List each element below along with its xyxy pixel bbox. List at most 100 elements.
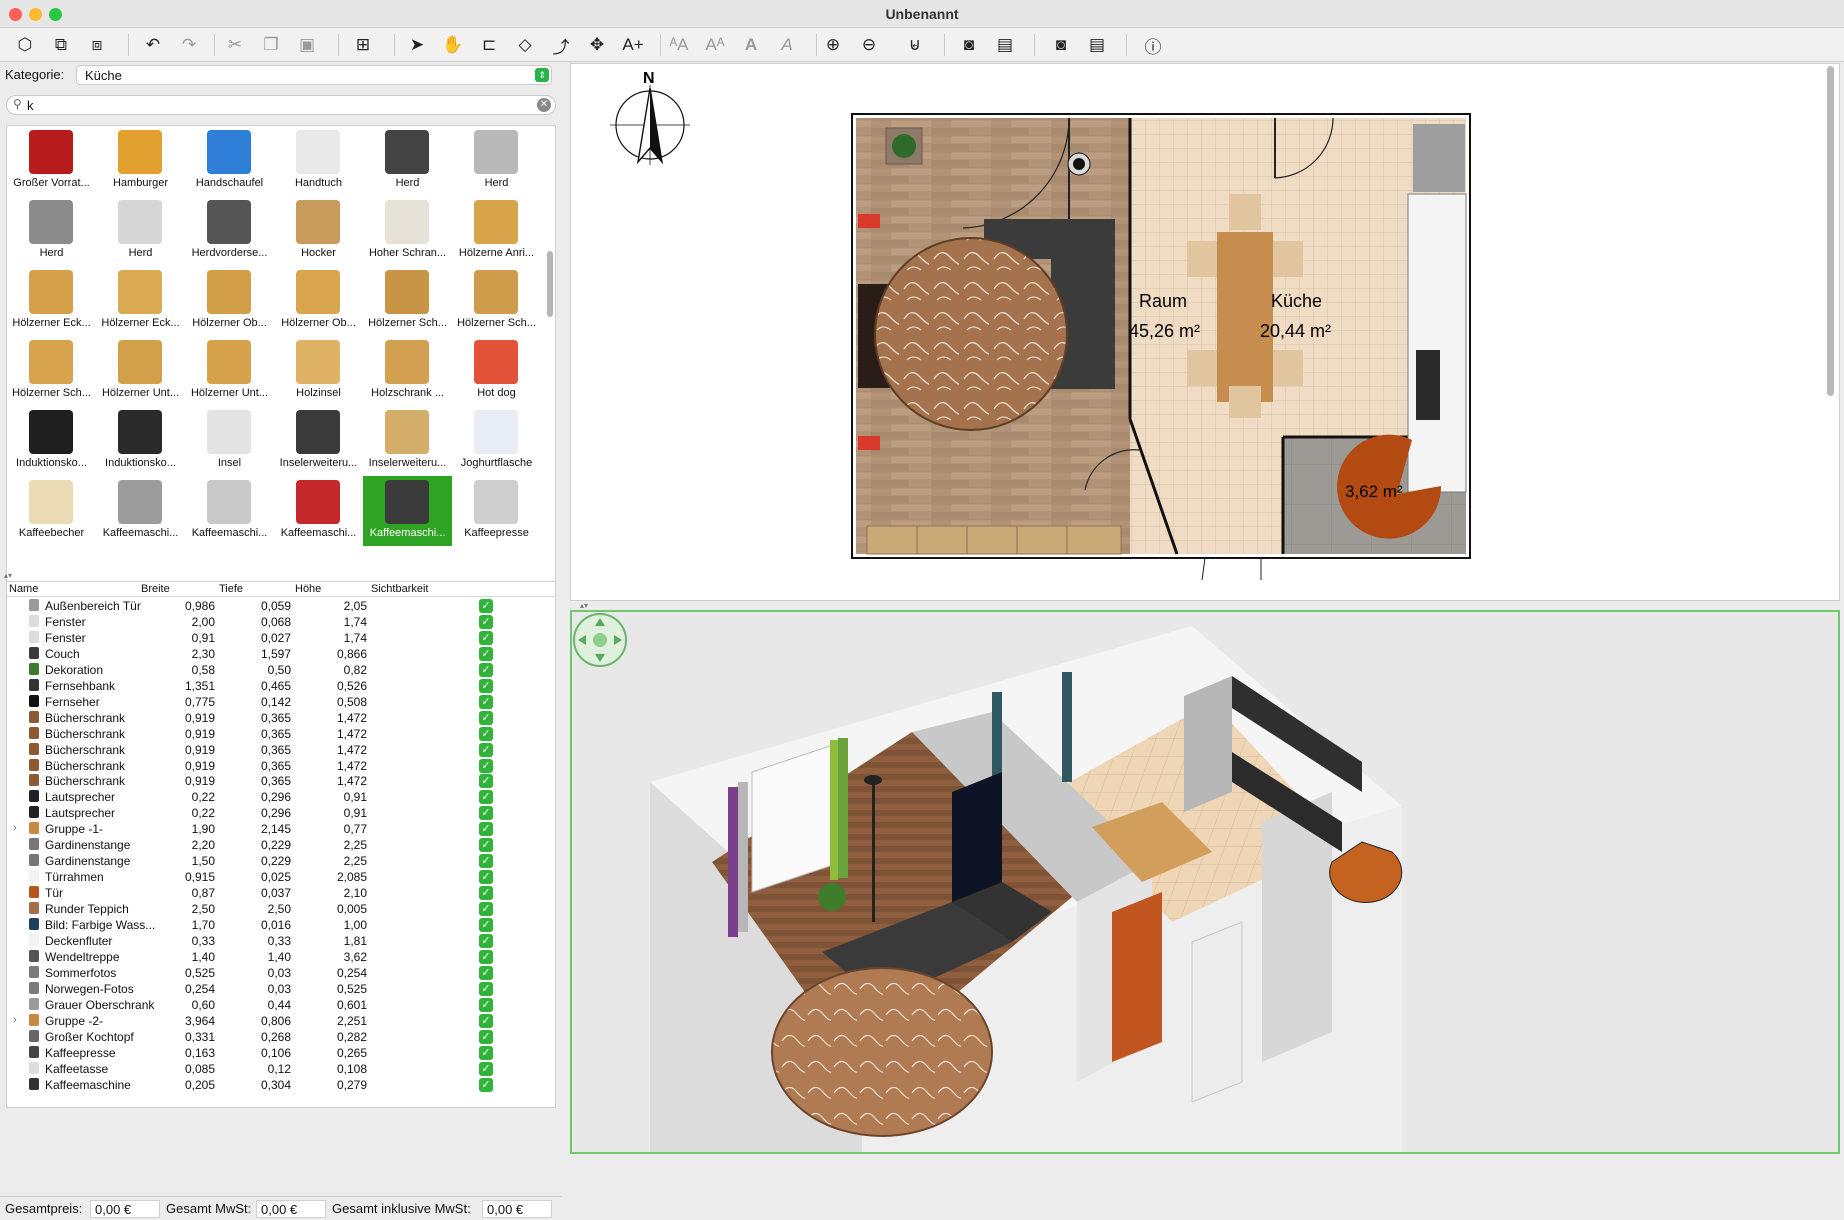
create-video-icon[interactable]: ▤: [992, 33, 1018, 57]
table-row[interactable]: Fenster 2,00 0,068 1,74 ✓: [7, 614, 555, 630]
visibility-checkbox[interactable]: ✓: [479, 822, 493, 837]
table-row[interactable]: Couch 2,30 1,597 0,866 ✓: [7, 646, 555, 662]
column-header[interactable]: Sichtbarkeit: [371, 583, 428, 595]
table-row[interactable]: › Gruppe -1- 1,90 2,145 0,77 ✓: [7, 821, 555, 837]
catalog-item[interactable]: Handschaufel: [185, 126, 274, 196]
column-header[interactable]: Name: [9, 583, 38, 595]
visibility-checkbox[interactable]: ✓: [479, 965, 493, 980]
zoom-out-icon[interactable]: ⊖: [856, 33, 882, 57]
visibility-checkbox[interactable]: ✓: [479, 774, 493, 789]
table-row[interactable]: Wendeltreppe 1,40 1,40 3,62 ✓: [7, 949, 555, 965]
catalog-item[interactable]: Inselerweiteru...: [274, 406, 363, 476]
catalog-item[interactable]: Hoher Schran...: [363, 196, 452, 266]
visibility-checkbox[interactable]: ✓: [479, 1029, 493, 1044]
column-header[interactable]: Höhe: [295, 583, 321, 595]
save-icon[interactable]: ⧈: [84, 33, 110, 57]
expand-group-icon[interactable]: ›: [13, 1014, 17, 1026]
catalog-item[interactable]: Kaffeebecher: [7, 476, 96, 546]
table-row[interactable]: Gardinenstange 1,50 0,229 2,25 ✓: [7, 853, 555, 869]
table-row[interactable]: Kaffeetasse 0,085 0,12 0,108 ✓: [7, 1061, 555, 1077]
catalog-item[interactable]: Induktionsko...: [7, 406, 96, 476]
visibility-checkbox[interactable]: ✓: [479, 997, 493, 1012]
catalog-item[interactable]: Hölzerner Ob...: [185, 266, 274, 336]
split-handle-right[interactable]: ▴▾: [580, 601, 588, 610]
table-row[interactable]: Fernseher 0,775 0,142 0,508 ✓: [7, 694, 555, 710]
visibility-checkbox[interactable]: ✓: [479, 599, 493, 613]
visibility-checkbox[interactable]: ✓: [479, 854, 493, 869]
visibility-checkbox[interactable]: ✓: [479, 806, 493, 821]
catalog-item[interactable]: Insel: [185, 406, 274, 476]
catalog-item[interactable]: Kaffeepresse: [452, 476, 541, 546]
add-text-icon[interactable]: A+: [620, 33, 646, 57]
visibility-checkbox[interactable]: ✓: [479, 662, 493, 677]
catalog-item[interactable]: Kaffeemaschi...: [185, 476, 274, 546]
catalog-item[interactable]: Kaffeemaschi...: [274, 476, 363, 546]
table-row[interactable]: Bücherschrank 0,919 0,365 1,472 ✓: [7, 710, 555, 726]
table-row[interactable]: Lautsprecher 0,22 0,296 0,91 ✓: [7, 805, 555, 821]
visibility-checkbox[interactable]: ✓: [479, 694, 493, 709]
catalog-item[interactable]: Herd: [7, 196, 96, 266]
visibility-checkbox[interactable]: ✓: [479, 790, 493, 805]
create-walls-icon[interactable]: ⊏: [476, 33, 502, 57]
visibility-checkbox[interactable]: ✓: [479, 614, 493, 629]
import-furniture-icon[interactable]: ⊌: [902, 33, 928, 57]
table-row[interactable]: Bücherschrank 0,919 0,365 1,472 ✓: [7, 773, 555, 789]
catalog-item[interactable]: Inselerweiteru...: [363, 406, 452, 476]
table-row[interactable]: Gardinenstange 2,20 0,229 2,25 ✓: [7, 837, 555, 853]
catalog-item[interactable]: Hölzerner Eck...: [7, 266, 96, 336]
table-row[interactable]: Großer Kochtopf 0,331 0,268 0,282 ✓: [7, 1029, 555, 1045]
catalog-item[interactable]: Hamburger: [96, 126, 185, 196]
table-row[interactable]: Bücherschrank 0,919 0,365 1,472 ✓: [7, 742, 555, 758]
expand-group-icon[interactable]: ›: [13, 822, 17, 834]
italic-text-icon[interactable]: A: [774, 33, 800, 57]
visibility-checkbox[interactable]: ✓: [479, 726, 493, 741]
table-row[interactable]: Bücherschrank 0,919 0,365 1,472 ✓: [7, 726, 555, 742]
furniture-catalog[interactable]: Großer Vorrat... Hamburger Handschaufel Han…: [6, 125, 556, 631]
compass[interactable]: N: [610, 70, 690, 165]
visibility-checkbox[interactable]: ✓: [479, 981, 493, 996]
visibility-checkbox[interactable]: ✓: [479, 678, 493, 693]
table-row[interactable]: Tür 0,87 0,037 2,10 ✓: [7, 885, 555, 901]
virtual-visit-icon[interactable]: ▤: [1084, 33, 1110, 57]
zoom-in-icon[interactable]: ⊕: [820, 33, 846, 57]
catalog-item[interactable]: Hölzerner Sch...: [452, 266, 541, 336]
create-rooms-icon[interactable]: ◇: [512, 33, 538, 57]
copy-icon[interactable]: ❐: [258, 33, 284, 57]
catalog-item[interactable]: Kaffeemaschi...: [96, 476, 185, 546]
bold-text-icon[interactable]: A: [738, 33, 764, 57]
visibility-checkbox[interactable]: ✓: [479, 710, 493, 725]
select-mode-icon[interactable]: ➤: [404, 33, 430, 57]
catalog-item[interactable]: Joghurtflasche: [452, 406, 541, 476]
visibility-checkbox[interactable]: ✓: [479, 646, 493, 661]
catalog-item[interactable]: Hot dog: [452, 336, 541, 406]
cut-icon[interactable]: ✂: [222, 33, 248, 57]
maximize-window-button[interactable]: [49, 8, 62, 21]
plan-scrollbar[interactable]: [1827, 66, 1834, 396]
3d-view[interactable]: [570, 610, 1840, 1154]
add-furniture-icon[interactable]: ⊞: [350, 33, 376, 57]
catalog-item[interactable]: Herd: [96, 196, 185, 266]
table-row[interactable]: Bücherschrank 0,919 0,365 1,472 ✓: [7, 758, 555, 774]
catalog-item[interactable]: Handtuch: [274, 126, 363, 196]
visibility-checkbox[interactable]: ✓: [479, 630, 493, 645]
catalog-item[interactable]: Hocker: [274, 196, 363, 266]
visibility-checkbox[interactable]: ✓: [479, 933, 493, 948]
catalog-item[interactable]: Hölzerne Anri...: [452, 196, 541, 266]
table-row[interactable]: › Gruppe -2- 3,964 0,806 2,251 ✓: [7, 1013, 555, 1029]
catalog-item[interactable]: Hölzerner Unt...: [96, 336, 185, 406]
navigation-arrows[interactable]: [573, 613, 627, 667]
clear-search-icon[interactable]: ✕: [537, 98, 551, 112]
category-select[interactable]: Küche ⇕: [76, 65, 552, 85]
table-row[interactable]: Dekoration 0,58 0,50 0,82 ✓: [7, 662, 555, 678]
table-row[interactable]: Türrahmen 0,915 0,025 2,085 ✓: [7, 869, 555, 885]
close-window-button[interactable]: [9, 8, 22, 21]
table-row[interactable]: Außenbereich Tür 0,986 0,059 2,05 ✓: [7, 598, 555, 614]
table-row[interactable]: Sommerfotos 0,525 0,03 0,254 ✓: [7, 965, 555, 981]
catalog-item[interactable]: Herd: [452, 126, 541, 196]
visibility-checkbox[interactable]: ✓: [479, 758, 493, 773]
catalog-scrollbar[interactable]: [547, 251, 553, 317]
minimize-window-button[interactable]: [29, 8, 42, 21]
visibility-checkbox[interactable]: ✓: [479, 1045, 493, 1060]
catalog-item[interactable]: Holzinsel: [274, 336, 363, 406]
table-row[interactable]: Lautsprecher 0,22 0,296 0,91 ✓: [7, 789, 555, 805]
